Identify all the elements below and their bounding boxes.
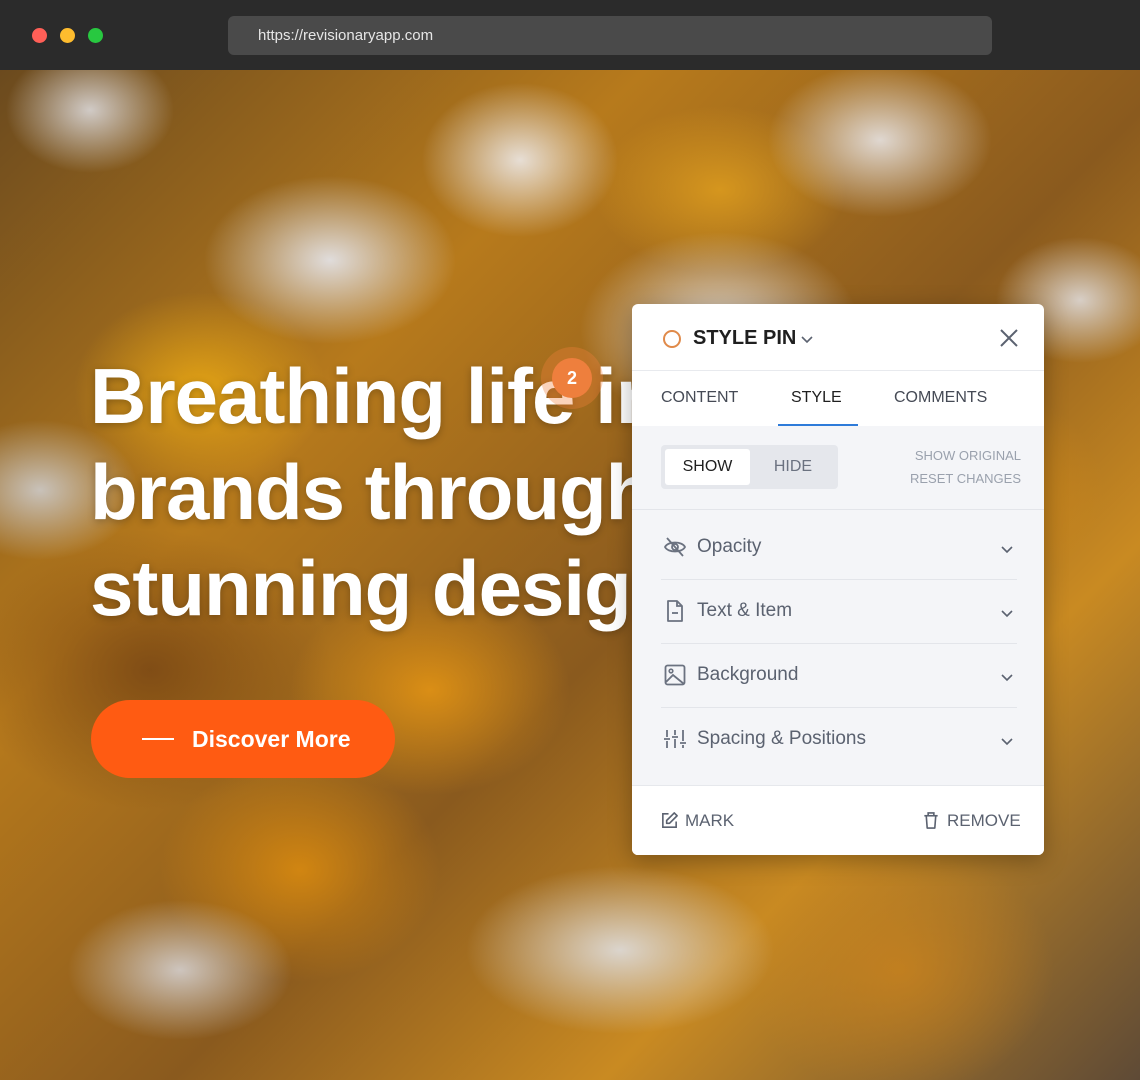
hero-title-line-3: stunning design bbox=[90, 544, 678, 632]
show-button[interactable]: SHOW bbox=[665, 449, 750, 485]
section-opacity[interactable]: Opacity bbox=[661, 515, 1017, 580]
minimize-window-button[interactable] bbox=[60, 28, 75, 43]
panel-footer: MARK REMOVE bbox=[632, 785, 1044, 855]
section-label: Background bbox=[697, 664, 799, 685]
image-icon bbox=[664, 664, 686, 686]
panel-header: STYLE PIN bbox=[632, 304, 1044, 371]
section-text-item[interactable]: Text & Item bbox=[661, 579, 1017, 644]
style-pin-marker[interactable]: 2 bbox=[552, 358, 592, 398]
style-tab-body: SHOW HIDE SHOW ORIGINAL RESET CHANGES Op… bbox=[632, 426, 1044, 785]
section-background[interactable]: Background bbox=[661, 643, 1017, 708]
pin-type-dropdown[interactable]: STYLE PIN bbox=[693, 327, 796, 350]
trash-icon[interactable] bbox=[922, 811, 940, 830]
file-text-icon bbox=[667, 600, 683, 622]
section-label: Opacity bbox=[697, 536, 762, 557]
tab-content[interactable]: CONTENT bbox=[661, 389, 738, 407]
hero-title-line-1: Breathing life int bbox=[90, 352, 688, 440]
hero-title: Breathing life int brands through stunni… bbox=[90, 348, 710, 636]
pin-type-icon bbox=[663, 330, 681, 348]
chevron-down-icon bbox=[1001, 610, 1013, 618]
tab-comments[interactable]: COMMENTS bbox=[894, 389, 987, 407]
edit-icon[interactable] bbox=[660, 811, 679, 830]
hero-title-line-2: brands through bbox=[90, 448, 653, 536]
eye-off-icon bbox=[663, 537, 687, 557]
hide-button[interactable]: HIDE bbox=[753, 449, 833, 485]
style-pin-panel: STYLE PIN CONTENT STYLE COMMENTS SHOW HI… bbox=[632, 304, 1044, 855]
chevron-down-icon bbox=[1001, 738, 1013, 746]
show-hide-toggle: SHOW HIDE bbox=[661, 445, 838, 489]
section-label: Text & Item bbox=[697, 600, 793, 621]
close-window-button[interactable] bbox=[32, 28, 47, 43]
chevron-down-icon bbox=[1001, 546, 1013, 554]
tab-style[interactable]: STYLE bbox=[791, 389, 842, 407]
divider bbox=[632, 509, 1044, 510]
close-icon[interactable] bbox=[998, 327, 1020, 349]
panel-tabs: CONTENT STYLE COMMENTS bbox=[632, 371, 1044, 427]
discover-more-label: Discover More bbox=[192, 726, 351, 752]
section-spacing-positions[interactable]: Spacing & Positions bbox=[661, 707, 1017, 771]
maximize-window-button[interactable] bbox=[88, 28, 103, 43]
cta-dash-icon bbox=[142, 738, 174, 740]
section-label: Spacing & Positions bbox=[697, 728, 866, 749]
sliders-icon bbox=[664, 730, 686, 748]
mark-button[interactable]: MARK bbox=[685, 811, 734, 831]
address-bar[interactable]: https://revisionaryapp.com bbox=[228, 16, 992, 55]
reset-changes-link[interactable]: RESET CHANGES bbox=[910, 471, 1021, 486]
discover-more-button[interactable]: Discover More bbox=[91, 700, 395, 778]
remove-button[interactable]: REMOVE bbox=[947, 811, 1021, 831]
url-text: https://revisionaryapp.com bbox=[258, 27, 434, 44]
chevron-down-icon bbox=[1001, 674, 1013, 682]
browser-toolbar: https://revisionaryapp.com bbox=[0, 0, 1140, 70]
show-original-link[interactable]: SHOW ORIGINAL bbox=[915, 448, 1021, 463]
chevron-down-icon[interactable] bbox=[800, 332, 814, 346]
